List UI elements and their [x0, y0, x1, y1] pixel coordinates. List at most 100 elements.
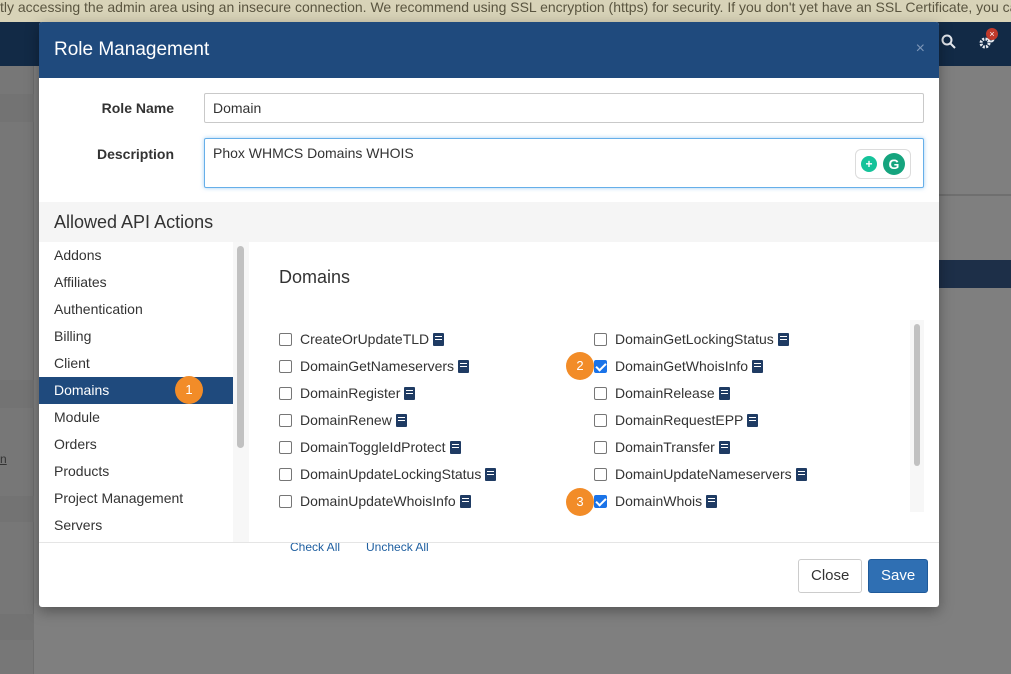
book-icon[interactable] [777, 332, 789, 346]
checkbox[interactable] [279, 413, 292, 427]
checkbox-checked[interactable] [594, 359, 607, 373]
grammarly-widget[interactable]: + G [855, 149, 911, 179]
category-item-module[interactable]: Module [39, 404, 248, 431]
modal-header: Role Management × [39, 22, 939, 78]
search-icon[interactable] [941, 34, 956, 54]
book-icon[interactable] [449, 440, 461, 454]
book-icon[interactable] [747, 413, 759, 427]
bulb-icon[interactable]: + [861, 156, 877, 172]
action-domainupdatewhoisinfo[interactable]: DomainUpdateWhoisInfo [279, 493, 471, 509]
action-label: DomainGetWhoisInfo [615, 358, 749, 374]
category-item-billing[interactable]: Billing [39, 323, 248, 350]
book-icon[interactable] [433, 332, 445, 346]
book-icon[interactable] [458, 359, 470, 373]
checkbox[interactable] [594, 467, 607, 481]
action-label: DomainToggleIdProtect [300, 439, 446, 455]
checkbox-checked[interactable] [594, 494, 607, 508]
action-createorupdatetld[interactable]: CreateOrUpdateTLD [279, 331, 445, 347]
checkbox[interactable] [279, 494, 292, 508]
action-domainrequestepp[interactable]: DomainRequestEPP [594, 412, 759, 428]
allowed-actions-title: Allowed API Actions [54, 211, 214, 232]
close-icon[interactable]: × [916, 40, 925, 58]
action-domainupdatenameservers[interactable]: DomainUpdateNameservers [594, 466, 807, 482]
action-label: DomainUpdateNameservers [615, 466, 792, 482]
checkbox[interactable] [279, 332, 292, 346]
category-scrollbar-thumb[interactable] [237, 246, 244, 448]
bg-table-header [939, 260, 1011, 288]
notification-badge[interactable]: × [986, 28, 998, 40]
page-sidebar [0, 66, 34, 674]
action-label: DomainRequestEPP [615, 412, 744, 428]
action-domainwhois[interactable]: DomainWhois [594, 493, 718, 509]
action-domainregister[interactable]: DomainRegister [279, 385, 416, 401]
category-item-project-management[interactable]: Project Management [39, 485, 248, 512]
category-item-authentication[interactable]: Authentication [39, 296, 248, 323]
action-domaingetnameservers[interactable]: DomainGetNameservers [279, 358, 470, 374]
category-item-domains[interactable]: Domains [39, 377, 248, 404]
step-marker-2: 2 [566, 352, 594, 380]
book-icon[interactable] [459, 494, 471, 508]
action-domaintoggleidprotect[interactable]: DomainToggleIdProtect [279, 439, 461, 455]
description-textarea[interactable]: Phox WHMCS Domains WHOIS + G [204, 138, 924, 188]
ssl-warning-banner: tly accessing the admin area using an in… [0, 0, 1011, 22]
action-domaingetlockingstatus[interactable]: DomainGetLockingStatus [594, 331, 789, 347]
checkbox[interactable] [279, 440, 292, 454]
actions-pane-title: Domains [279, 267, 351, 287]
checkbox[interactable] [594, 413, 607, 427]
description-row: Description [39, 146, 174, 162]
book-icon[interactable] [485, 467, 497, 481]
checkbox[interactable] [279, 386, 292, 400]
ssl-warning-text: tly accessing the admin area using an in… [0, 0, 1011, 15]
book-icon[interactable] [395, 413, 407, 427]
book-icon[interactable] [718, 386, 730, 400]
action-domainupdatelockingstatus[interactable]: DomainUpdateLockingStatus [279, 466, 497, 482]
checkbox[interactable] [594, 332, 607, 346]
action-label: DomainGetNameservers [300, 358, 455, 374]
save-button[interactable]: Save [868, 559, 929, 593]
role-name-row: Role Name [39, 100, 174, 116]
actions-scrollbar-thumb[interactable] [914, 324, 920, 466]
category-list: Addons Affiliates Authentication Billing… [39, 242, 249, 542]
action-label: CreateOrUpdateTLD [300, 331, 430, 347]
role-name-label: Role Name [101, 100, 174, 116]
bg-sidebar-strip [0, 380, 34, 408]
checkbox[interactable] [279, 467, 292, 481]
bg-sidebar-strip [0, 496, 34, 522]
book-icon[interactable] [752, 359, 764, 373]
book-icon[interactable] [404, 386, 416, 400]
checkbox[interactable] [594, 440, 607, 454]
action-label: DomainRenew [300, 412, 392, 428]
description-text: Phox WHMCS Domains WHOIS [213, 145, 414, 161]
category-item-products[interactable]: Products [39, 458, 248, 485]
bg-divider [939, 194, 1011, 196]
action-label: DomainWhois [615, 493, 703, 509]
checkbox[interactable] [594, 386, 607, 400]
step-marker-1: 1 [175, 376, 203, 404]
role-management-modal: Role Management × Role Name Domain Descr… [39, 22, 939, 607]
action-label: DomainRelease [615, 385, 715, 401]
modal-footer: Close Save [39, 542, 939, 607]
action-label: DomainUpdateLockingStatus [300, 466, 482, 482]
book-icon[interactable] [718, 440, 730, 454]
category-item-client[interactable]: Client [39, 350, 248, 377]
action-label: DomainUpdateWhoisInfo [300, 493, 456, 509]
category-item-affiliates[interactable]: Affiliates [39, 269, 248, 296]
action-domainrenew[interactable]: DomainRenew [279, 412, 407, 428]
role-name-input[interactable]: Domain [204, 93, 924, 123]
checkbox[interactable] [279, 359, 292, 373]
action-domaingetwhoisinfo[interactable]: DomainGetWhoisInfo [594, 358, 764, 374]
description-label: Description [96, 146, 174, 162]
category-item-addons[interactable]: Addons [39, 242, 248, 269]
step-marker-3: 3 [566, 488, 594, 516]
category-item-servers[interactable]: Servers [39, 512, 248, 539]
action-domainrelease[interactable]: DomainRelease [594, 385, 730, 401]
book-icon[interactable] [706, 494, 718, 508]
action-domaintransfer[interactable]: DomainTransfer [594, 439, 730, 455]
modal-title: Role Management [54, 39, 210, 60]
grammarly-icon[interactable]: G [883, 153, 905, 175]
allowed-actions-header: Allowed API Actions [39, 202, 939, 242]
close-button[interactable]: Close [798, 559, 863, 593]
book-icon[interactable] [795, 467, 807, 481]
category-item-orders[interactable]: Orders [39, 431, 248, 458]
bg-link-fragment[interactable]: n [0, 452, 7, 466]
